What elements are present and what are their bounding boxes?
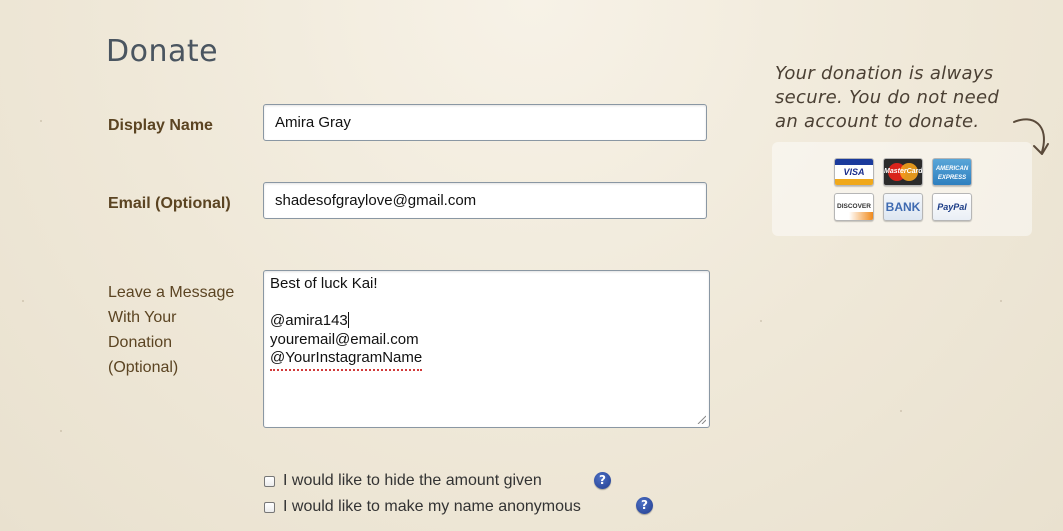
message-line-wrap: @YourInstagramName [270, 349, 703, 371]
text-caret [347, 312, 349, 328]
amex-card-icon: AMERICAN EXPRESS [932, 158, 972, 186]
secure-note-line: an account to donate. [775, 111, 980, 132]
display-name-label: Display Name [108, 117, 213, 134]
paper-texture [900, 410, 902, 412]
secure-note-line: Your donation is always [775, 63, 994, 84]
anonymous-option[interactable]: I would like to make my name anonymous [264, 496, 581, 518]
bank-card-icon: BANK [883, 193, 923, 221]
message-label-line: (Optional) [108, 359, 179, 376]
message-line [270, 294, 703, 313]
message-line: youremail@email.com [270, 330, 419, 348]
payment-methods-panel: VISA MasterCard AMERICAN EXPRESS DISCOVE… [772, 142, 1032, 236]
display-name-input[interactable]: Amira Gray [263, 104, 707, 141]
help-icon[interactable]: ? [636, 497, 653, 514]
paper-texture [22, 300, 24, 302]
paper-texture [40, 120, 42, 122]
message-line: Best of luck Kai! [270, 275, 378, 292]
email-label: Email (Optional) [108, 195, 231, 212]
paper-texture [760, 320, 762, 322]
hide-amount-option[interactable]: I would like to hide the amount given [264, 470, 542, 492]
secure-note-line: secure. You do not need [775, 87, 1000, 108]
message-label-line: Leave a Message [108, 284, 235, 301]
message-label-line: Donation [108, 334, 173, 351]
message-line-with-caret: @amira143 [270, 312, 703, 331]
anonymous-checkbox[interactable] [264, 501, 275, 513]
paper-texture [60, 430, 62, 432]
resize-grip-icon[interactable] [696, 414, 706, 424]
visa-card-icon: VISA [834, 158, 874, 186]
message-textarea[interactable]: Best of luck Kai! @amira143 youremail@em… [263, 270, 710, 428]
message-label-line: With Your [108, 309, 177, 326]
mastercard-card-icon: MasterCard [883, 158, 923, 186]
hide-amount-label[interactable]: I would like to hide the amount given [283, 472, 542, 490]
hide-amount-checkbox[interactable] [264, 475, 275, 487]
page-title: Donate [106, 34, 219, 69]
spellcheck-underlined-text: @YourInstagramName [270, 350, 423, 371]
paypal-card-icon: PayPal [932, 193, 972, 221]
secure-donation-note: Your donation is always secure. You do n… [775, 62, 1045, 134]
donate-page: { "page": { "title": "Donate" }, "form":… [0, 0, 1063, 531]
paper-texture [1000, 300, 1002, 302]
help-icon[interactable]: ? [594, 472, 611, 489]
message-line: @amira143 [270, 312, 348, 329]
anonymous-label[interactable]: I would like to make my name anonymous [283, 498, 581, 516]
message-label: Leave a Message With Your Donation (Opti… [108, 280, 258, 380]
discover-card-icon: DISCOVER [834, 193, 874, 221]
email-input[interactable]: shadesofgraylove@gmail.com [263, 182, 707, 219]
